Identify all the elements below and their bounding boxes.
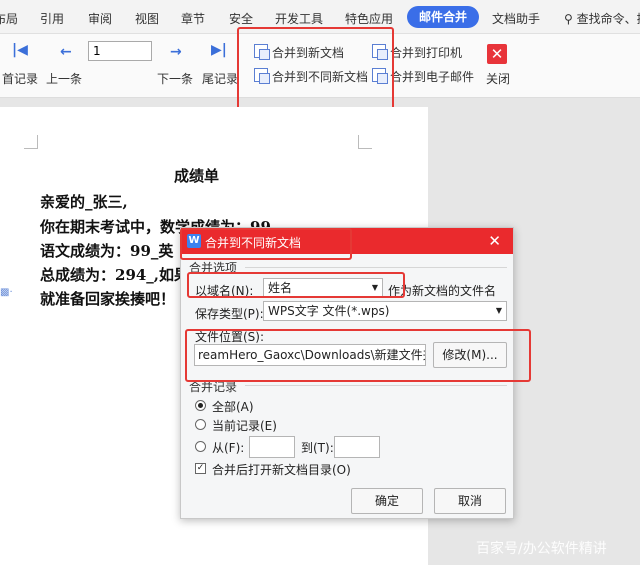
merge-diff-docs-icon [254,68,270,84]
to-label: 到(T): [301,441,334,455]
merge-diff-docs-dialog: W 合并到不同新文档 ✕ 合并选项 以域名(N): 姓名 ▼ 作为新文档的文件名… [180,227,514,519]
paragraph-marker-icon[interactable]: ▩· [0,287,13,298]
merge-printer-icon [372,44,388,60]
save-type-select[interactable]: WPS文字 文件(*.wps) ▼ [263,301,507,321]
from-input[interactable] [249,436,295,458]
merge-new-doc-icon [254,44,270,60]
tab-mail-merge[interactable]: 邮件合并 [407,6,480,28]
cancel-button[interactable]: 取消 [434,488,506,514]
document-line: 语文成绩为：99_英 [40,242,174,260]
save-type-label: 保存类型(P): [195,307,264,321]
merge-records-section: 合并记录 [189,380,238,394]
close-button[interactable]: 关闭 [486,70,510,87]
tab-developer[interactable]: 开发工具 [275,10,323,27]
tab-references[interactable]: 引用 [40,10,64,27]
wps-logo-icon: W [187,234,201,248]
location-label: 文件位置(S): [195,330,265,344]
prev-record-icon[interactable]: ← [60,44,72,60]
tab-features[interactable]: 特色应用 [345,10,393,27]
to-input[interactable] [334,436,380,458]
radio-from[interactable] [195,441,206,452]
dialog-close-icon[interactable]: ✕ [488,232,501,250]
radio-current-label: 当前记录(E) [212,419,277,433]
merge-new-doc-button[interactable]: 合并到新文档 [272,44,344,61]
tab-view[interactable]: 视图 [135,10,159,27]
tab-section[interactable]: 章节 [181,10,205,27]
merge-options-section: 合并选项 [189,261,238,275]
merge-email-icon [372,68,388,84]
merge-printer-button[interactable]: 合并到打印机 [390,44,462,61]
open-dir-checkbox[interactable]: ✓ [195,463,206,474]
next-record-button[interactable]: 下一条 [157,70,193,87]
dropdown-arrow-icon: ▼ [495,306,502,315]
last-record-button[interactable]: 尾记录 [202,70,238,87]
dialog-title: 合并到不同新文档 [205,236,302,250]
mail-merge-ribbon: |◀ 首记录 ← 上一条 1 → 下一条 ▶| 尾记录 合并到新文档 合并到不同… [0,34,640,98]
divider [245,385,507,386]
tab-doc-assistant[interactable]: 文档助手 [492,10,540,27]
watermark: 百家号/办公软件精讲 [476,541,607,557]
domain-suffix: 作为新文档的文件名 [388,284,497,298]
domain-label: 以域名(N): [195,284,254,298]
tab-layout[interactable]: 布局 [0,10,18,27]
page-corner-mark [358,135,372,149]
from-label: 从(F): [212,441,245,455]
search-icon: ⚲ [564,12,573,26]
search-command[interactable]: ⚲ 查找命令、搜 [564,10,640,27]
merge-diff-docs-button[interactable]: 合并到不同新文档 [272,68,368,85]
divider [245,267,507,268]
document-line: 亲爱的_张三, [40,193,128,211]
prev-record-button[interactable]: 上一条 [46,70,82,87]
close-icon[interactable]: ✕ [487,44,507,64]
radio-all-label: 全部(A) [212,400,254,414]
tab-review[interactable]: 审阅 [88,10,112,27]
first-record-button[interactable]: 首记录 [2,70,38,87]
document-line: 总成绩为：294_,如果 [40,266,190,284]
tab-security[interactable]: 安全 [229,10,253,27]
record-number-input[interactable]: 1 [88,41,152,61]
document-title: 成绩单 [174,167,220,185]
merge-email-button[interactable]: 合并到电子邮件 [390,68,474,85]
domain-select[interactable]: 姓名 ▼ [263,278,383,298]
last-record-icon[interactable]: ▶| [211,42,227,58]
document-line: 就准备回家挨揍吧！ [40,290,176,308]
modify-button[interactable]: 修改(M)... [433,342,507,368]
ribbon-tab-bar: 布局 引用 审阅 视图 章节 安全 开发工具 特色应用 邮件合并 文档助手 ⚲ … [0,0,640,34]
page-corner-mark [24,135,38,149]
dropdown-arrow-icon: ▼ [371,283,378,292]
next-record-icon[interactable]: → [170,44,182,60]
dialog-titlebar: W 合并到不同新文档 ✕ [181,228,513,254]
first-record-icon[interactable]: |◀ [12,42,28,58]
radio-all[interactable] [195,400,206,411]
radio-current[interactable] [195,419,206,430]
open-dir-label: 合并后打开新文档目录(O) [212,463,351,477]
ok-button[interactable]: 确定 [351,488,423,514]
file-location-input[interactable]: reamHero_Gaoxc\Downloads\新建文件夹 [194,344,426,366]
